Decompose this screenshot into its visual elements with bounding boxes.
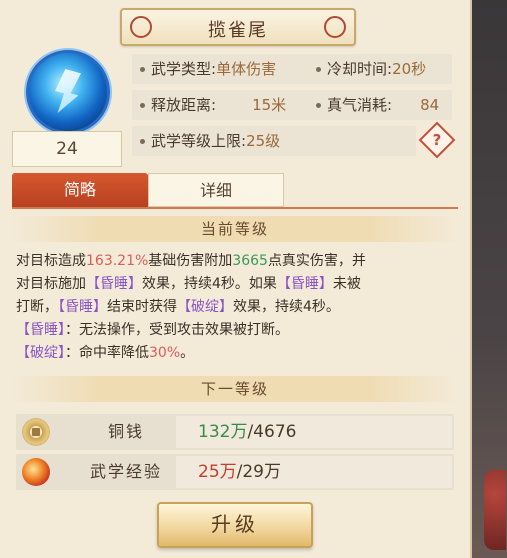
help-icon[interactable]: ? [418, 121, 456, 159]
skill-panel: 揽雀尾 24 武学类型:单体伤害 冷却时间:20秒 释放距离: 15米 真气消耗:… [0, 0, 472, 558]
max-level-value: 25级 [246, 132, 281, 150]
copper-amount: 132万/4676 [176, 416, 452, 448]
max-level-label: 武学等级上限: [151, 132, 247, 150]
tab-brief[interactable]: 简略 [12, 173, 148, 207]
qi-value: 84 [420, 96, 440, 114]
background-scene [472, 0, 507, 558]
type-value: 单体伤害 [216, 60, 277, 78]
bullet-icon [140, 67, 145, 72]
attr-row-range: 释放距离: 15米 真气消耗: 84 [132, 90, 452, 120]
cooldown-value: 20秒 [392, 60, 427, 78]
exp-amount: 25万/29万 [176, 456, 452, 488]
upgrade-button[interactable]: 升级 [157, 502, 313, 548]
attr-row-type: 武学类型:单体伤害 冷却时间:20秒 [132, 54, 452, 84]
exp-cost-row: 武学经验 25万/29万 [16, 454, 454, 490]
skill-level: 24 [12, 131, 122, 167]
current-level-header: 当前等级 [12, 216, 458, 242]
next-level-header: 下一等级 [12, 376, 458, 402]
ornament-icon [324, 16, 346, 38]
range-value: 15米 [252, 96, 287, 114]
exp-label: 武学经验 [89, 462, 162, 481]
bullet-icon [140, 139, 145, 144]
bullet-icon [316, 103, 321, 108]
skill-title: 揽雀尾 [208, 20, 268, 41]
cooldown-label: 冷却时间: [327, 60, 393, 78]
qi-label: 真气消耗: [327, 96, 393, 114]
title-bar: 揽雀尾 [120, 8, 356, 46]
type-label: 武学类型: [151, 60, 217, 78]
tab-divider [12, 207, 458, 209]
bullet-icon [316, 67, 321, 72]
skill-glyph-icon [55, 69, 81, 113]
range-label: 释放距离: [151, 96, 217, 114]
detail-tabs: 简略 详细 [12, 173, 284, 207]
copper-cost-row: 铜钱 132万/4676 [16, 414, 454, 450]
martial-exp-icon [22, 458, 50, 486]
attr-row-max-level: 武学等级上限:25级 [132, 126, 416, 156]
skill-description: 对目标造成163.21%基础伤害附加3665点真实伤害，并 对目标施加【昏睡】效… [16, 253, 366, 361]
copper-coin-icon [22, 418, 50, 446]
skill-icon[interactable] [26, 50, 110, 134]
bullet-icon [140, 103, 145, 108]
tab-detail[interactable]: 详细 [148, 173, 284, 207]
copper-label: 铜钱 [107, 422, 144, 441]
